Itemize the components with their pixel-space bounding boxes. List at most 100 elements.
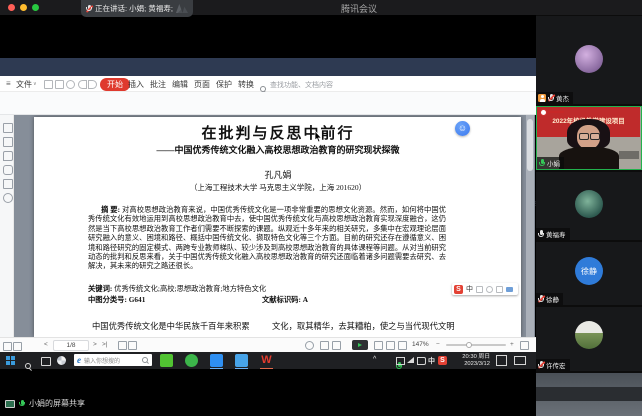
meeting-watermark-icon (176, 4, 188, 13)
person-badge-icon (538, 94, 546, 102)
play-triangle-icon (358, 343, 362, 347)
layout-icon[interactable] (320, 341, 329, 350)
tray-volume-icon[interactable] (417, 357, 426, 365)
ime-tools-icon[interactable] (496, 286, 503, 293)
menu-edit[interactable]: 编辑 (172, 79, 188, 90)
save-icon[interactable] (55, 80, 64, 89)
tencent-meeting-icon[interactable] (210, 354, 223, 367)
status-zoom-out[interactable]: − (436, 341, 440, 348)
menu-start-active[interactable]: 开始 (100, 78, 130, 91)
menu-comment[interactable]: 批注 (150, 79, 166, 90)
fullscreen-icon[interactable] (520, 341, 529, 350)
screenshot-root: 腾讯会议 正在讲话: 小娟; 黄福寿; 首页 免费贺卡模板 P 孔凡娟老师提交汇… (0, 0, 642, 416)
status-zoom-value[interactable]: 147% (412, 341, 429, 348)
stamp-icon[interactable] (3, 193, 13, 203)
pdf-scrollbar-thumb[interactable] (527, 119, 533, 171)
taskbar-clock[interactable]: 20:30 周日 2023/3/12 (450, 354, 490, 367)
wps-assistant-button[interactable]: ☺ (455, 121, 470, 136)
participant-tile[interactable]: 黄杰 (536, 16, 642, 104)
status-last-page[interactable]: >| (102, 341, 107, 348)
taskbar-search-icon[interactable] (25, 363, 32, 370)
menu-protect[interactable]: 保护 (216, 79, 232, 90)
redo-icon[interactable] (88, 80, 97, 89)
ime-punct-icon[interactable] (476, 286, 483, 293)
menu-search-input[interactable]: 查找功能、文档内容 (270, 80, 333, 90)
tray-ime-indicator[interactable]: 中 (428, 356, 435, 366)
participant-tile-partial[interactable] (536, 373, 642, 416)
paper-subtitle: ——中国优秀传统文化融入高校思想政治教育的研究现状探微 (88, 143, 468, 156)
open-icon[interactable] (44, 80, 53, 89)
tray-display-icon[interactable] (396, 357, 405, 365)
status-zoom-in[interactable]: + (510, 341, 514, 348)
bookmark-icon[interactable] (3, 123, 13, 133)
comment-icon[interactable] (3, 151, 13, 161)
mic-on-icon (538, 230, 544, 238)
participant-tile[interactable]: 黄福寿 (536, 172, 642, 240)
fit-window-status-icon[interactable] (398, 341, 407, 350)
wechat-icon[interactable] (160, 354, 173, 367)
menu-file[interactable]: 文件 (16, 79, 32, 90)
paper-title: 在批判与反思中前行 (88, 122, 468, 143)
keywords-text: 优秀传统文化;高校;思想政治教育;地方特色文化 (114, 284, 266, 293)
taskbar-search-box[interactable]: e 输入你想搜的 (74, 354, 152, 366)
participant-name-badge: 黄福寿 (536, 228, 570, 240)
menu-convert[interactable]: 转换 (238, 79, 254, 90)
tray-network-icon[interactable] (407, 357, 414, 363)
task-view-icon[interactable] (41, 357, 51, 366)
participant-tile[interactable]: 徐静 徐静 (536, 242, 642, 305)
outline-toggle-icon[interactable] (13, 342, 22, 351)
participant-name: 黄杰 (556, 93, 569, 103)
paper-doc-code: 文献标识码: A (262, 295, 308, 305)
start-button[interactable] (6, 356, 15, 365)
fullscreen-window-button[interactable] (32, 4, 39, 11)
panel-toggle-icon[interactable] (3, 342, 12, 351)
wps-app-icon[interactable]: W (260, 354, 273, 367)
abstract-label: 摘 要: (101, 205, 120, 214)
paper-author: 孔凡娟 (88, 168, 468, 181)
participant-tile-active-speaker[interactable]: 2022年校级教学建设项目 小娟 (536, 106, 642, 170)
status-single-page-icon[interactable] (118, 341, 127, 350)
windows-taskbar: e 输入你想搜的 W ^ 中 S 20:30 周日 2023/3/12 (0, 352, 536, 369)
participant-tile[interactable]: 许传宏 (536, 307, 642, 371)
ime-mode-chinese: 中 (466, 284, 473, 294)
fit-width-status-icon[interactable] (386, 341, 395, 350)
attachment-icon[interactable] (3, 165, 13, 175)
browser-e-icon: e (77, 355, 81, 365)
close-window-button[interactable] (8, 4, 15, 11)
hamburger-icon[interactable]: ≡ (6, 79, 11, 88)
undo-icon[interactable] (78, 80, 87, 89)
signature-icon[interactable] (3, 179, 13, 189)
browser-360-icon[interactable] (185, 354, 198, 367)
eye-protect-icon[interactable] (305, 341, 314, 350)
pdf-page: 在批判与反思中前行 ——中国优秀传统文化融入高校思想政治教育的研究现状探微 孔凡… (34, 117, 521, 337)
ime-emoji-icon[interactable] (486, 286, 493, 293)
status-page-indicator[interactable]: 1/8 (53, 340, 89, 351)
thumbnail-icon[interactable] (3, 137, 13, 147)
status-prev-page[interactable]: < (44, 341, 48, 348)
tencent-docs-icon[interactable] (235, 354, 248, 367)
print-icon[interactable] (66, 80, 75, 89)
screen-share-icon (5, 400, 15, 408)
screen-share-indicator[interactable]: 小娟的屏幕共享 (5, 398, 85, 409)
media-player-tray-icon[interactable] (496, 355, 507, 366)
pages-icon[interactable] (332, 341, 341, 350)
menu-insert[interactable]: 插入 (128, 79, 144, 90)
presentation-play-button[interactable] (352, 340, 368, 350)
participant-name: 小娟 (547, 158, 560, 168)
touch-keyboard-icon[interactable] (514, 356, 526, 365)
fit-page-status-icon[interactable] (374, 341, 383, 350)
zoom-slider[interactable] (446, 344, 506, 346)
pdf-canvas[interactable]: 在批判与反思中前行 ——中国优秀传统文化融入高校思想政治教育的研究现状探微 孔凡… (14, 115, 535, 337)
sogou-ime-bar[interactable]: S 中 (452, 283, 518, 295)
tray-sogou-icon[interactable]: S (438, 356, 447, 365)
minimize-window-button[interactable] (20, 4, 27, 11)
zoom-slider-knob[interactable] (466, 342, 472, 348)
pinwheel-app-icon[interactable] (57, 356, 66, 365)
paper-clc: 中图分类号: G641 (88, 295, 145, 305)
ime-keyboard-icon[interactable] (506, 287, 513, 292)
body-column-right: 文化，取其精华，去其糟粕，使之与当代现代文明 (272, 320, 455, 332)
menu-page[interactable]: 页面 (194, 79, 210, 90)
tray-expand-caret[interactable]: ^ (373, 356, 376, 363)
status-double-page-icon[interactable] (128, 341, 137, 350)
status-next-page[interactable]: > (93, 341, 97, 348)
